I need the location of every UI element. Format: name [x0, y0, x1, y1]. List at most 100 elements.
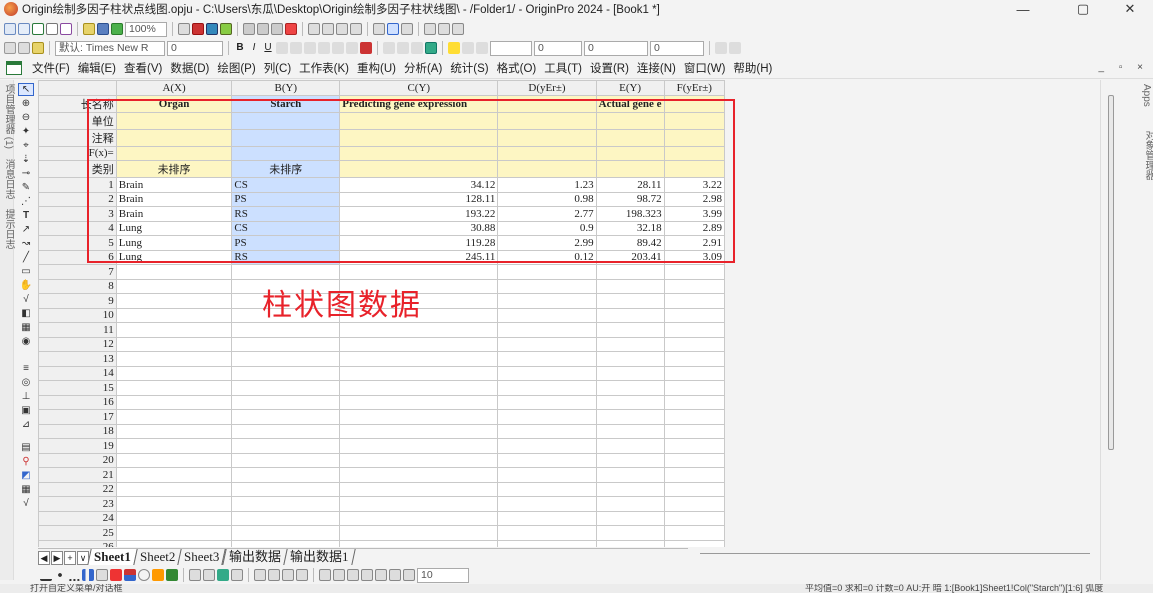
data-cell[interactable]: [339, 539, 499, 547]
data-cell[interactable]: [663, 264, 725, 280]
menu-edit[interactable]: 编辑(E): [74, 60, 120, 76]
data-cell[interactable]: [115, 394, 233, 410]
set-y-icon[interactable]: [387, 23, 399, 35]
list-tool-icon[interactable]: ≡: [18, 362, 34, 375]
menu-connect[interactable]: 连接(N): [633, 60, 680, 76]
close-button[interactable]: ✕: [1107, 0, 1153, 18]
data-cell[interactable]: [339, 322, 499, 338]
rectangle-tool-icon[interactable]: ▭: [18, 265, 34, 278]
data-cell[interactable]: [115, 438, 233, 454]
menu-data[interactable]: 数据(D): [166, 60, 213, 76]
underline-icon[interactable]: U: [262, 42, 274, 54]
layer-add-icon[interactable]: [254, 569, 266, 581]
menu-window[interactable]: 窗口(W): [680, 60, 730, 76]
ungroup-icon[interactable]: [403, 569, 415, 581]
data-cell[interactable]: [595, 322, 665, 338]
text-tool-icon[interactable]: T: [18, 209, 34, 222]
3d-plot-icon[interactable]: [166, 569, 178, 581]
data-cell[interactable]: [115, 351, 233, 367]
duplicate-icon[interactable]: [206, 23, 218, 35]
data-cell[interactable]: [595, 409, 665, 425]
project-explorer-tab[interactable]: 项目管理器 (1): [1, 84, 16, 149]
data-reader-tool-icon[interactable]: ⌖: [18, 139, 34, 152]
arrow-tool-icon[interactable]: ↗: [18, 223, 34, 236]
next-sheet-button[interactable]: ▶: [51, 551, 63, 565]
data-cell[interactable]: [663, 394, 725, 410]
data-cell[interactable]: [595, 365, 665, 381]
data-cell[interactable]: [115, 278, 233, 294]
layer-merge-icon[interactable]: [268, 569, 280, 581]
pattern-color-icon[interactable]: [462, 42, 474, 54]
data-cell[interactable]: [115, 293, 233, 309]
sheet-tab-sheet3[interactable]: Sheet3: [177, 549, 227, 565]
report-tool-icon[interactable]: ▤: [18, 441, 34, 454]
row-number[interactable]: 11: [38, 322, 117, 338]
data-cell[interactable]: [231, 264, 341, 280]
data-cell[interactable]: [231, 336, 341, 352]
data-cell[interactable]: [115, 409, 233, 425]
row-number[interactable]: 16: [38, 394, 117, 410]
row-number[interactable]: 18: [38, 423, 117, 439]
menu-settings[interactable]: 设置(R): [586, 60, 633, 76]
line-style-select[interactable]: [490, 40, 532, 56]
distribute-icon[interactable]: [375, 569, 387, 581]
data-cell[interactable]: [497, 365, 597, 381]
contour-plot-icon[interactable]: [152, 569, 164, 581]
data-cell[interactable]: [231, 481, 341, 497]
row-number[interactable]: 9: [38, 293, 117, 309]
row-number[interactable]: 20: [38, 452, 117, 468]
minimize-button[interactable]: —: [1000, 0, 1046, 18]
paste-icon[interactable]: [32, 42, 44, 54]
data-cell[interactable]: [339, 467, 499, 483]
data-cell[interactable]: [339, 336, 499, 352]
data-cell[interactable]: [663, 351, 725, 367]
line-size-field[interactable]: 0: [534, 40, 582, 56]
area-plot-icon[interactable]: [124, 569, 136, 581]
row-number[interactable]: 15: [38, 380, 117, 396]
data-cell[interactable]: [663, 278, 725, 294]
data-cell[interactable]: [115, 423, 233, 439]
data-cell[interactable]: [663, 293, 725, 309]
data-cell[interactable]: [339, 452, 499, 468]
menu-format[interactable]: 格式(O): [493, 60, 541, 76]
data-cell[interactable]: [231, 438, 341, 454]
sheet-tab-output-data1[interactable]: 输出数据1: [282, 549, 355, 565]
pan-tool-icon[interactable]: ✋: [18, 279, 34, 292]
menu-view[interactable]: 查看(V): [120, 60, 166, 76]
data-cell[interactable]: [595, 293, 665, 309]
column-header-a[interactable]: A(X): [115, 80, 233, 96]
vertical-scrollbar[interactable]: [1108, 95, 1114, 450]
decrease-font-icon[interactable]: [332, 42, 344, 54]
window-tool-icon[interactable]: ▣: [18, 404, 34, 417]
corner-cell[interactable]: [38, 80, 117, 96]
data-cell[interactable]: [663, 481, 725, 497]
data-cell[interactable]: [115, 510, 233, 526]
new-graph-icon[interactable]: [46, 23, 58, 35]
specialized-plot-icon[interactable]: [231, 569, 243, 581]
zoom-field[interactable]: 100%: [125, 21, 167, 37]
data-cell[interactable]: [339, 365, 499, 381]
arrow-right-icon[interactable]: [438, 23, 450, 35]
data-cell[interactable]: [339, 394, 499, 410]
menu-file[interactable]: 文件(F): [28, 60, 74, 76]
pen-color-icon[interactable]: [476, 42, 488, 54]
insert-graph-tool-icon[interactable]: ◧: [18, 307, 34, 320]
data-cell[interactable]: [595, 264, 665, 280]
layer-tool-icon[interactable]: ◩: [18, 469, 34, 482]
equation-tool-icon[interactable]: √: [18, 293, 34, 306]
data-cell[interactable]: [663, 525, 725, 541]
row-number[interactable]: 24: [38, 510, 117, 526]
data-cell[interactable]: [663, 307, 725, 323]
stack-plot-icon[interactable]: [110, 569, 122, 581]
data-cell[interactable]: [231, 539, 341, 547]
font-color-icon[interactable]: [360, 42, 372, 54]
mdi-window-controls[interactable]: _ ▫ ×: [1098, 62, 1149, 73]
menu-worksheet[interactable]: 工作表(K): [295, 60, 353, 76]
data-cell[interactable]: [497, 438, 597, 454]
fill-icon[interactable]: [411, 42, 423, 54]
multi-panel-icon[interactable]: [203, 569, 215, 581]
greek-icon[interactable]: [304, 42, 316, 54]
column-stats-icon[interactable]: [336, 23, 348, 35]
matrix-tool-icon[interactable]: ▦: [18, 483, 34, 496]
circle-tool-icon[interactable]: ◎: [18, 376, 34, 389]
